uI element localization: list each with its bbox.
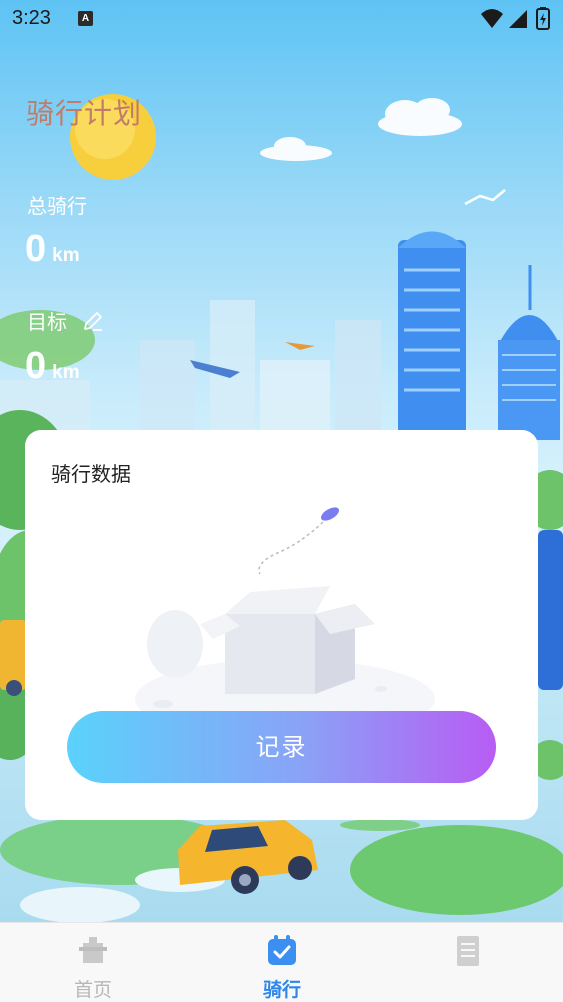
record-button[interactable]: 记录: [67, 711, 496, 783]
calendar-check-icon: [268, 935, 296, 965]
document-icon: [457, 936, 479, 966]
empty-box-illustration: [135, 507, 435, 714]
signal-icon: [509, 10, 527, 28]
status-icons: [481, 7, 550, 30]
notification-icon: A: [78, 11, 93, 26]
tab-records[interactable]: [408, 923, 528, 1002]
pencil-icon[interactable]: [81, 309, 105, 333]
page-title: 骑行计划: [26, 97, 143, 130]
status-bar: 3:23 A: [0, 0, 563, 40]
total-ride-value: 0 km: [25, 228, 80, 271]
goal-unit: km: [52, 362, 80, 383]
home-icon: [79, 937, 107, 963]
tab-ride[interactable]: 骑行: [222, 923, 342, 1002]
status-time: 3:23: [12, 7, 51, 29]
tab-home-label: 首页: [73, 979, 112, 1001]
goal-number: 0: [25, 345, 47, 387]
total-ride-label: 总骑行: [27, 194, 87, 218]
bottom-tab-bar: 首页 骑行: [0, 922, 563, 1002]
goal-label: 目标: [27, 310, 67, 334]
goal-row: 目标: [27, 306, 105, 335]
ride-data-card: 骑行数据 记录: [25, 430, 538, 820]
tab-home[interactable]: 首页: [33, 923, 153, 1002]
total-ride-unit: km: [52, 245, 80, 266]
total-ride-number: 0: [25, 228, 47, 270]
tab-ride-label: 骑行: [262, 979, 301, 1001]
goal-value: 0 km: [25, 345, 80, 388]
wifi-icon: [481, 9, 503, 28]
